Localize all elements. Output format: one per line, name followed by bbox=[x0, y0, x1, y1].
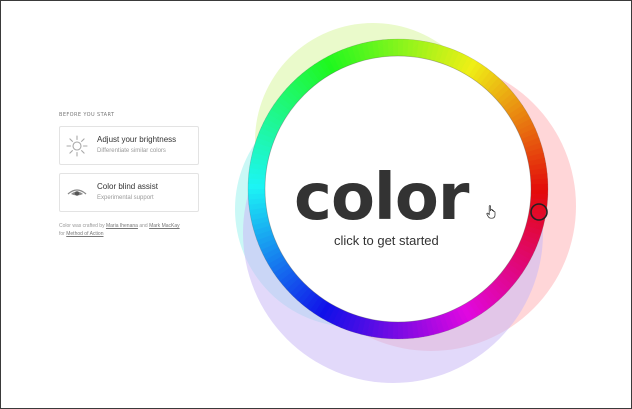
app-frame: BEFORE YOU START Adjust your brightness … bbox=[0, 0, 632, 409]
get-started-prompt[interactable]: click to get started bbox=[334, 233, 439, 248]
hero-word[interactable]: color bbox=[294, 163, 494, 233]
hand-cursor-icon bbox=[486, 205, 496, 219]
